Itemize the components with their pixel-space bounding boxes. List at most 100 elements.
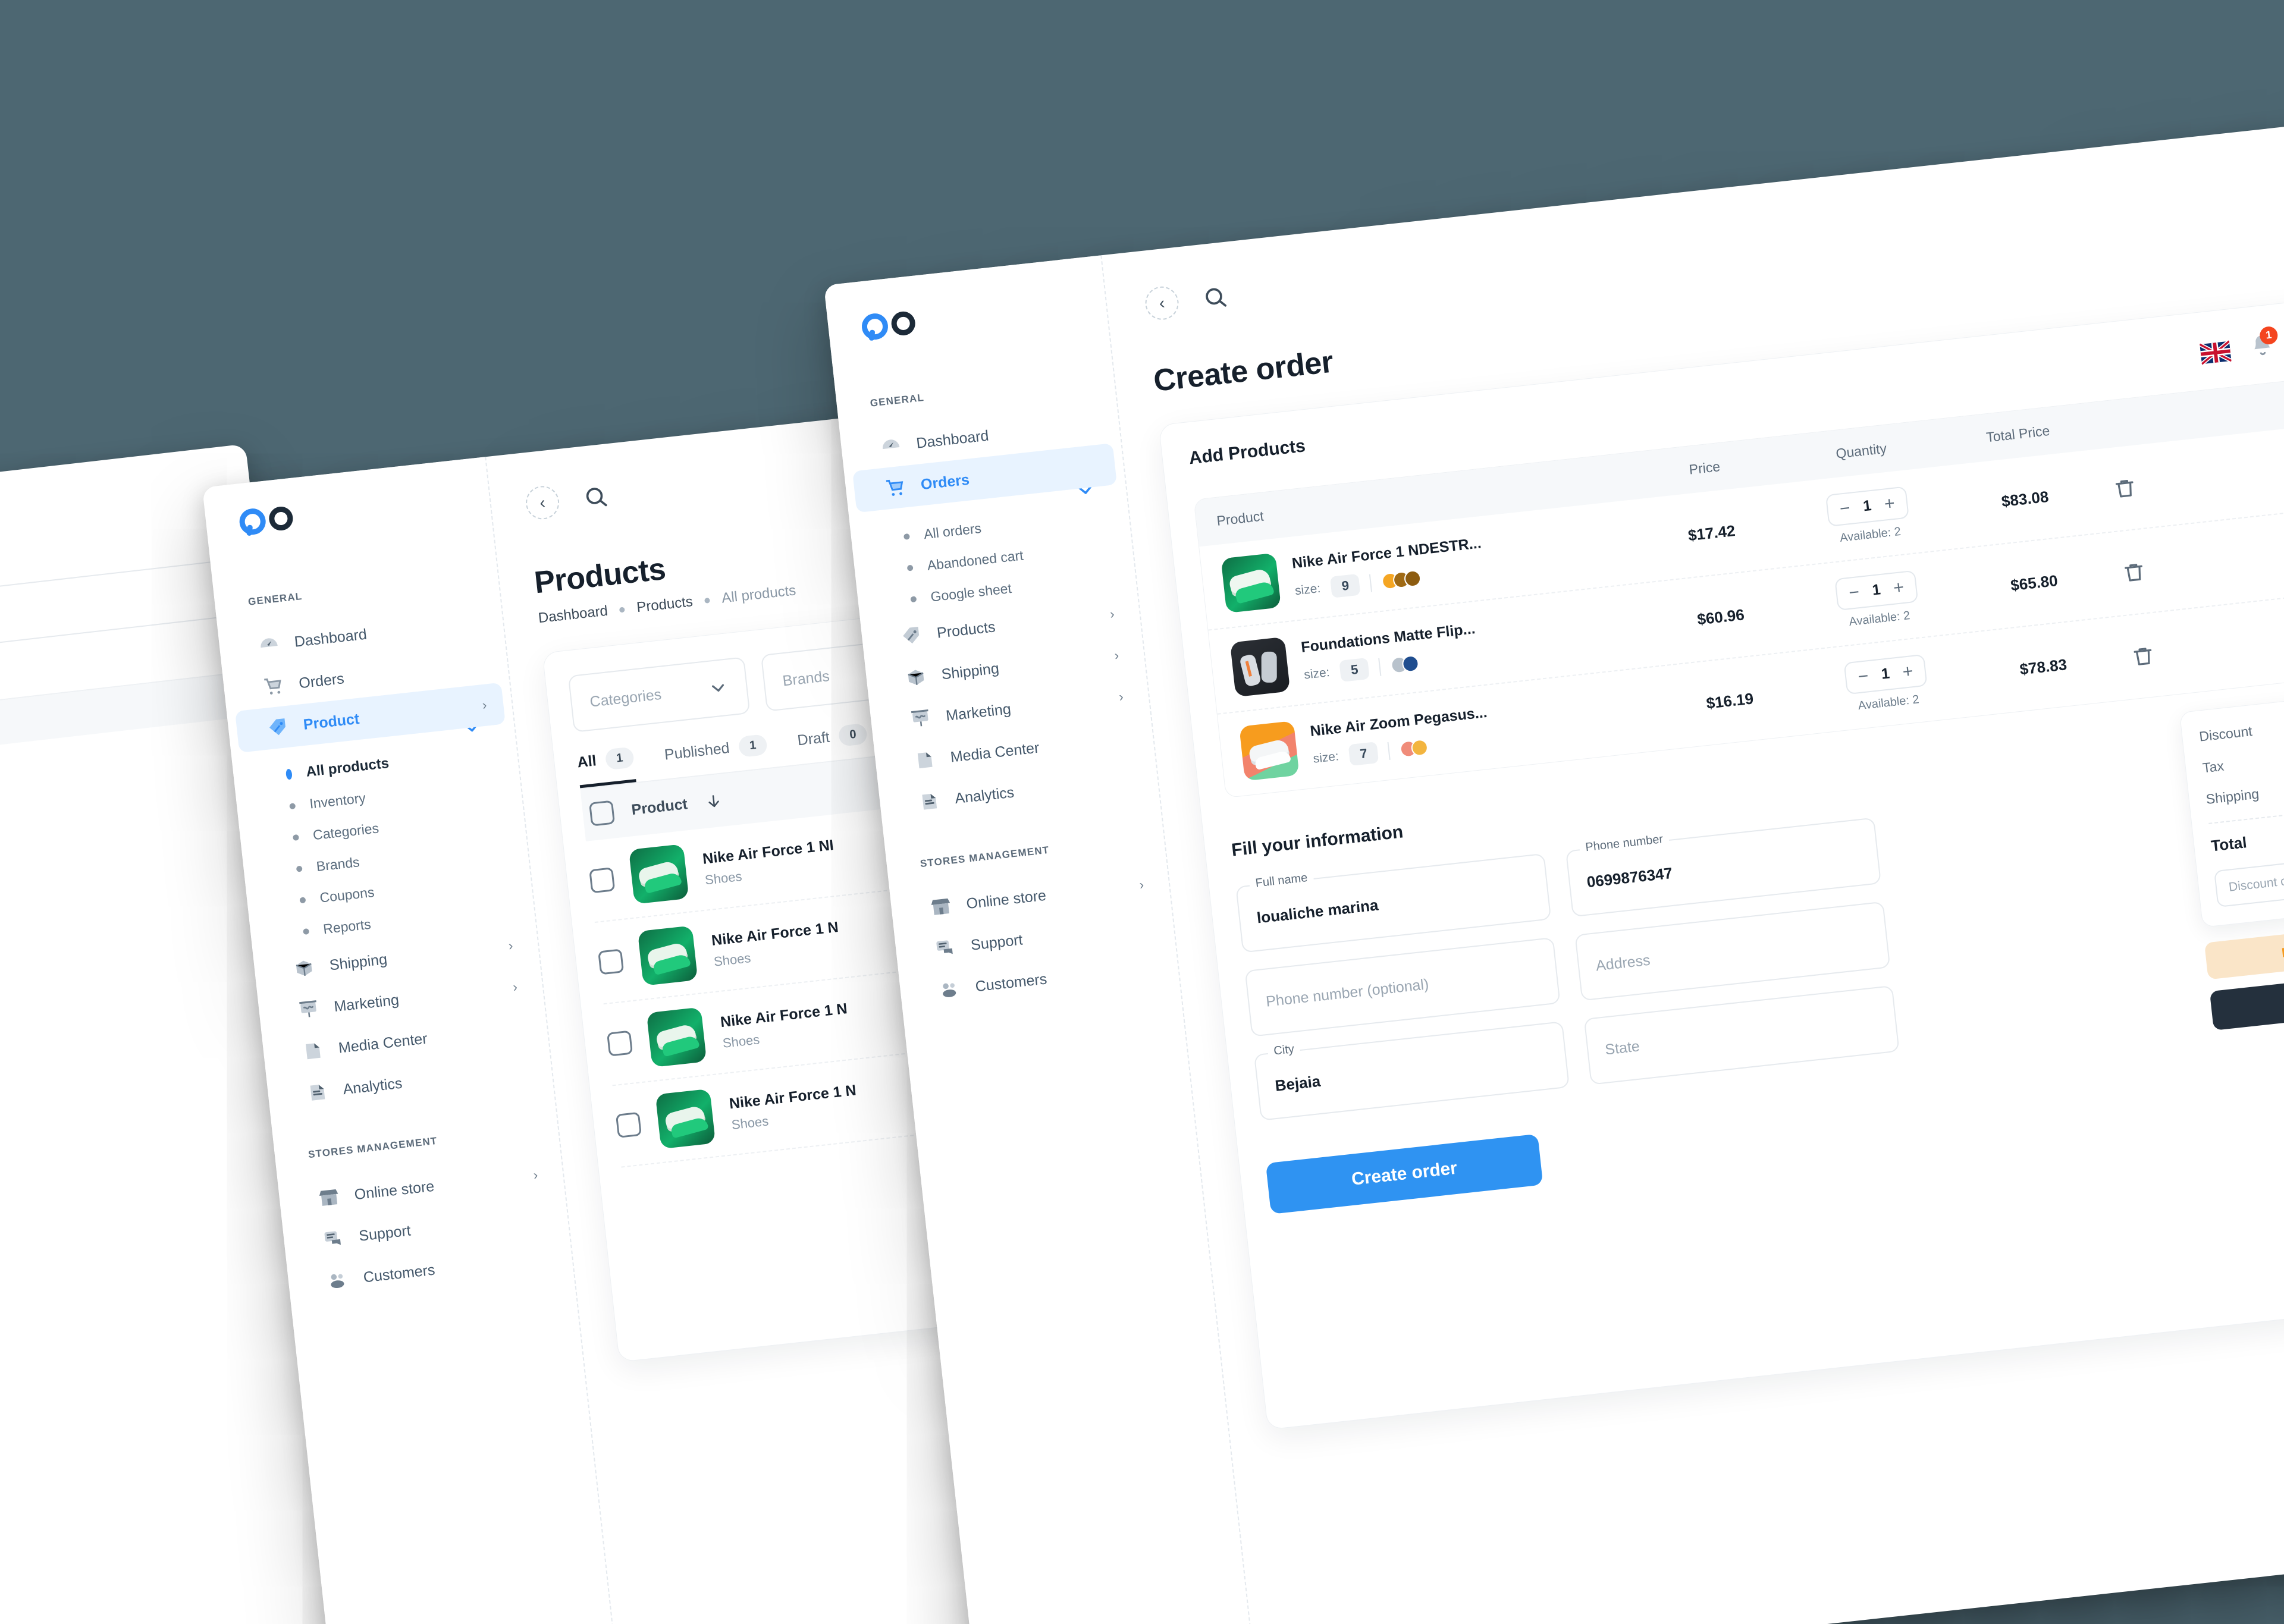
city-field[interactable]: City Bejaia	[1253, 1021, 1570, 1121]
search-icon[interactable]	[1201, 283, 1229, 312]
order-card: Add Products 1 Product Price Quantity To…	[1158, 296, 2284, 1430]
cart-icon	[264, 678, 281, 695]
breadcrumb-products[interactable]: Products	[636, 593, 694, 616]
field-placeholder: Address	[1595, 951, 1651, 974]
sidebar-item-label: Orders	[920, 471, 971, 493]
row-checkbox[interactable]	[589, 867, 616, 894]
row-checkbox[interactable]	[598, 948, 625, 975]
sidebar-item-label: Products	[936, 618, 996, 642]
phone-number-field[interactable]: Phone number 0699876347	[1565, 817, 1882, 918]
sidebar-collapse-button[interactable]: ‹	[524, 484, 561, 522]
size-label: size:	[1294, 581, 1322, 598]
sidebar-collapse-button[interactable]: ‹	[1143, 284, 1181, 322]
sidebar-item-label: Customers	[362, 1261, 436, 1286]
bullet-icon	[903, 533, 910, 540]
chevron-right-icon: ›	[507, 938, 514, 953]
chevron-right-icon: ›	[1113, 648, 1120, 663]
report-icon	[310, 1085, 325, 1101]
column-price: Price	[1688, 458, 1721, 478]
sidebar-item-label: Marketing	[333, 991, 400, 1015]
file-icon	[306, 1043, 321, 1060]
search-icon[interactable]	[581, 482, 610, 511]
tab-draft[interactable]: Draft 0	[796, 723, 870, 762]
users-icon	[943, 983, 956, 997]
quantity-value: 1	[1862, 497, 1872, 515]
full-name-field[interactable]: Full name loualiche marina	[1235, 853, 1552, 953]
availability-text: Available: 2	[1857, 692, 1920, 712]
gauge-icon	[261, 638, 278, 648]
address-field[interactable]: Address	[1574, 901, 1891, 1001]
increment-button[interactable]: +	[1893, 577, 1905, 598]
decrement-button[interactable]: −	[1848, 582, 1861, 604]
quantity-stepper[interactable]: − 1 +	[1825, 485, 1910, 527]
product-thumbnail	[628, 844, 689, 904]
row-checkbox[interactable]	[615, 1111, 642, 1138]
sidebar-item-label: Reports	[322, 916, 372, 937]
promo-input[interactable]: Discount codes / Gifts	[2228, 868, 2284, 895]
phone-optional-field[interactable]: Phone number (optional)	[1244, 937, 1561, 1037]
trash-icon[interactable]	[2112, 475, 2138, 501]
field-value: loualiche marina	[1256, 896, 1379, 926]
breadcrumb-dot	[619, 606, 626, 612]
column-total-price: Total Price	[1985, 422, 2051, 445]
trash-icon[interactable]	[2121, 559, 2147, 585]
sidebar-item-label: Shipping	[940, 659, 1000, 683]
increment-button[interactable]: +	[1902, 661, 1914, 683]
sidebar-item-label: Categories	[312, 820, 380, 843]
quantity-stepper[interactable]: − 1 +	[1834, 570, 1919, 611]
sidebar-item-label: Dashboard	[915, 427, 990, 452]
app-logo[interactable]	[827, 288, 1107, 344]
size-value: 5	[1339, 657, 1370, 682]
quantity-value: 1	[1871, 581, 1882, 599]
gauge-icon	[883, 439, 900, 450]
decrement-button[interactable]: −	[1857, 666, 1869, 687]
chat-icon	[324, 1231, 341, 1245]
increment-button[interactable]: +	[1883, 493, 1896, 514]
product-total: $65.80	[2009, 571, 2059, 594]
sidebar-nav-stores: Online store › Support Customers	[890, 861, 1180, 1015]
color-swatches	[1381, 568, 1422, 590]
trash-icon[interactable]	[2130, 643, 2156, 669]
tab-label: All	[576, 752, 597, 771]
field-caption: City	[1267, 1042, 1301, 1059]
product-thumbnail	[655, 1088, 716, 1149]
product-thumbnail	[646, 1007, 707, 1067]
app-logo[interactable]	[205, 483, 491, 539]
product-price: $17.42	[1687, 521, 1736, 544]
sidebar-item-label: Brands	[315, 854, 360, 874]
arrow-down-icon[interactable]	[704, 791, 724, 811]
tab-count: 1	[738, 733, 768, 758]
megaphone-icon	[911, 709, 928, 727]
sidebar-item-label: Coupons	[319, 884, 375, 906]
quantity-stepper[interactable]: − 1 +	[1843, 654, 1928, 695]
logo-mark-blue	[238, 507, 267, 536]
create-order-content: ‹ Create order Add Products 1 Product Pr…	[1102, 118, 2284, 1624]
notification-bell[interactable]: 1	[2249, 325, 2279, 363]
breadcrumb-all-products[interactable]: All products	[721, 582, 797, 607]
logo-mark-dark	[268, 505, 294, 532]
breadcrumb-dashboard[interactable]: Dashboard	[538, 603, 609, 627]
file-icon	[917, 752, 933, 769]
summary-line-discount: Discount 0 DA	[2198, 706, 2284, 745]
chevron-right-icon: ›	[512, 979, 519, 995]
sidebar-item-label: Support	[970, 931, 1024, 954]
row-checkbox[interactable]	[607, 1030, 633, 1057]
select-all-checkbox[interactable]	[589, 800, 616, 827]
field-placeholder: Phone number (optional)	[1265, 975, 1430, 1010]
sidebar-item-label: Marketing	[945, 700, 1012, 724]
uk-flag-icon[interactable]	[2200, 340, 2232, 365]
field-placeholder: State	[1604, 1037, 1641, 1058]
sidebar-item-label: Product	[302, 710, 360, 733]
product-total: $78.83	[2019, 655, 2068, 679]
tab-all[interactable]: All 1	[576, 746, 636, 789]
divider	[1378, 658, 1382, 676]
store-icon	[931, 898, 950, 915]
availability-text: Available: 2	[1839, 524, 1902, 545]
decrement-button[interactable]: −	[1839, 498, 1851, 519]
tag-icon	[903, 626, 920, 644]
product-thumbnail	[637, 925, 698, 986]
product-price: $60.96	[1696, 605, 1746, 629]
state-field[interactable]: State	[1583, 985, 1900, 1085]
create-order-button[interactable]: Create order	[1265, 1133, 1543, 1214]
sidebar-nav-stores: Online store › Support Customers	[278, 1152, 574, 1306]
